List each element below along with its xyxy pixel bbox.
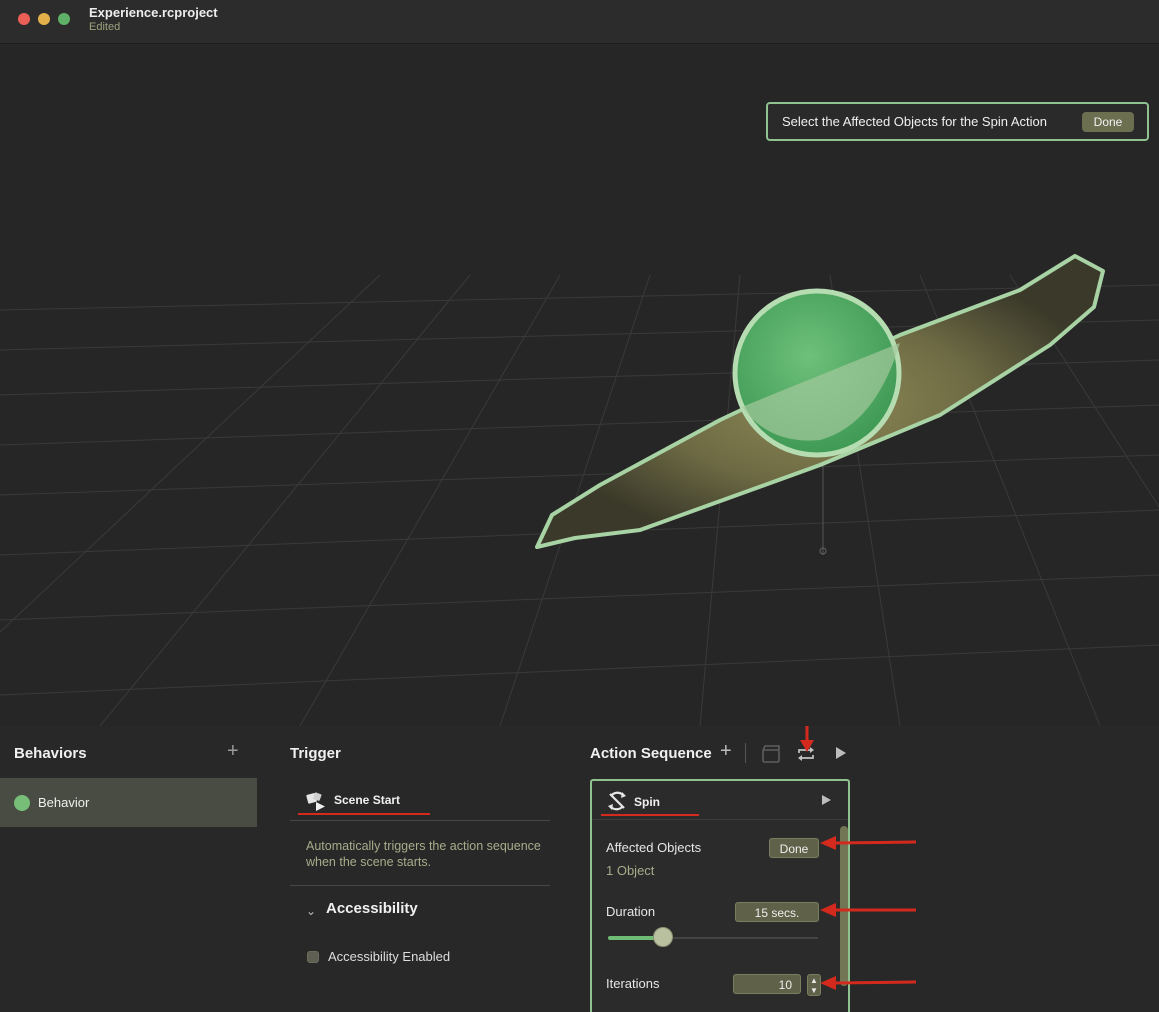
window-subtitle: Edited	[89, 21, 121, 33]
affected-objects-done-button[interactable]: Done	[769, 838, 819, 858]
duration-slider-thumb[interactable]	[653, 927, 673, 947]
iterations-field[interactable]: 10	[733, 974, 801, 994]
behavior-item-label: Behavior	[38, 795, 90, 810]
accessibility-divider	[290, 885, 550, 886]
behaviors-header: Behaviors	[14, 745, 87, 762]
play-action-icon[interactable]	[822, 795, 831, 805]
accessibility-checkbox-label: Accessibility Enabled	[328, 949, 451, 964]
window-title: Experience.rcproject	[89, 5, 218, 20]
accessibility-checkbox[interactable]	[307, 951, 319, 963]
duration-label: Duration	[606, 904, 656, 919]
iterations-annotation-arrow-icon	[820, 976, 916, 990]
affected-objects-label: Affected Objects	[606, 840, 702, 855]
loop-annotation-arrow-icon	[800, 726, 814, 752]
scene-viewport[interactable]: Select the Affected Objects for the Spin…	[0, 45, 1159, 726]
behaviors-panel: Behaviors + Behavior Trigger Scene Start…	[0, 726, 1159, 1012]
card-divider	[592, 819, 848, 820]
zoom-window-button[interactable]	[58, 13, 70, 25]
trigger-name[interactable]: Scene Start	[334, 793, 400, 807]
stepper-down-icon[interactable]: ▼	[810, 987, 818, 995]
stepper-up-icon[interactable]: ▲	[810, 977, 818, 985]
affected-objects-annotation-arrow-icon	[820, 836, 916, 850]
accessibility-section-title[interactable]: Accessibility	[326, 900, 418, 917]
spin-icon	[608, 791, 626, 811]
scene-start-icon	[306, 792, 325, 811]
chevron-down-icon[interactable]: ⌄	[306, 904, 316, 918]
trigger-divider	[290, 820, 550, 821]
instruction-banner: Select the Affected Objects for the Spin…	[766, 102, 1149, 141]
scene-canvas[interactable]	[0, 45, 1159, 726]
add-behavior-button[interactable]: +	[227, 741, 239, 761]
banner-message: Select the Affected Objects for the Spin…	[782, 114, 1047, 129]
minimize-window-button[interactable]	[38, 13, 50, 25]
action-sequence-header: Action Sequence	[590, 745, 712, 762]
action-name: Spin	[634, 795, 660, 809]
iterations-stepper[interactable]: ▲ ▼	[807, 974, 821, 996]
spin-annotation-underline	[601, 814, 699, 816]
behavior-list-item[interactable]: Behavior	[0, 778, 257, 827]
clapper-icon[interactable]	[760, 743, 782, 765]
add-action-button[interactable]: +	[720, 741, 732, 761]
trigger-description: Automatically triggers the action sequen…	[306, 839, 541, 869]
affected-objects-count: 1 Object	[606, 863, 655, 878]
trigger-header: Trigger	[290, 745, 341, 762]
duration-annotation-arrow-icon	[820, 903, 916, 917]
toolbar-separator	[745, 743, 746, 763]
title-bar: Experience.rcproject Edited	[0, 0, 1159, 44]
play-icon[interactable]	[836, 747, 846, 759]
behavior-color-dot	[14, 795, 30, 811]
duration-field[interactable]: 15 secs.	[735, 902, 819, 922]
close-window-button[interactable]	[18, 13, 30, 25]
iterations-label: Iterations	[606, 976, 660, 991]
banner-done-button[interactable]: Done	[1082, 112, 1134, 132]
trigger-annotation-underline	[298, 813, 430, 815]
